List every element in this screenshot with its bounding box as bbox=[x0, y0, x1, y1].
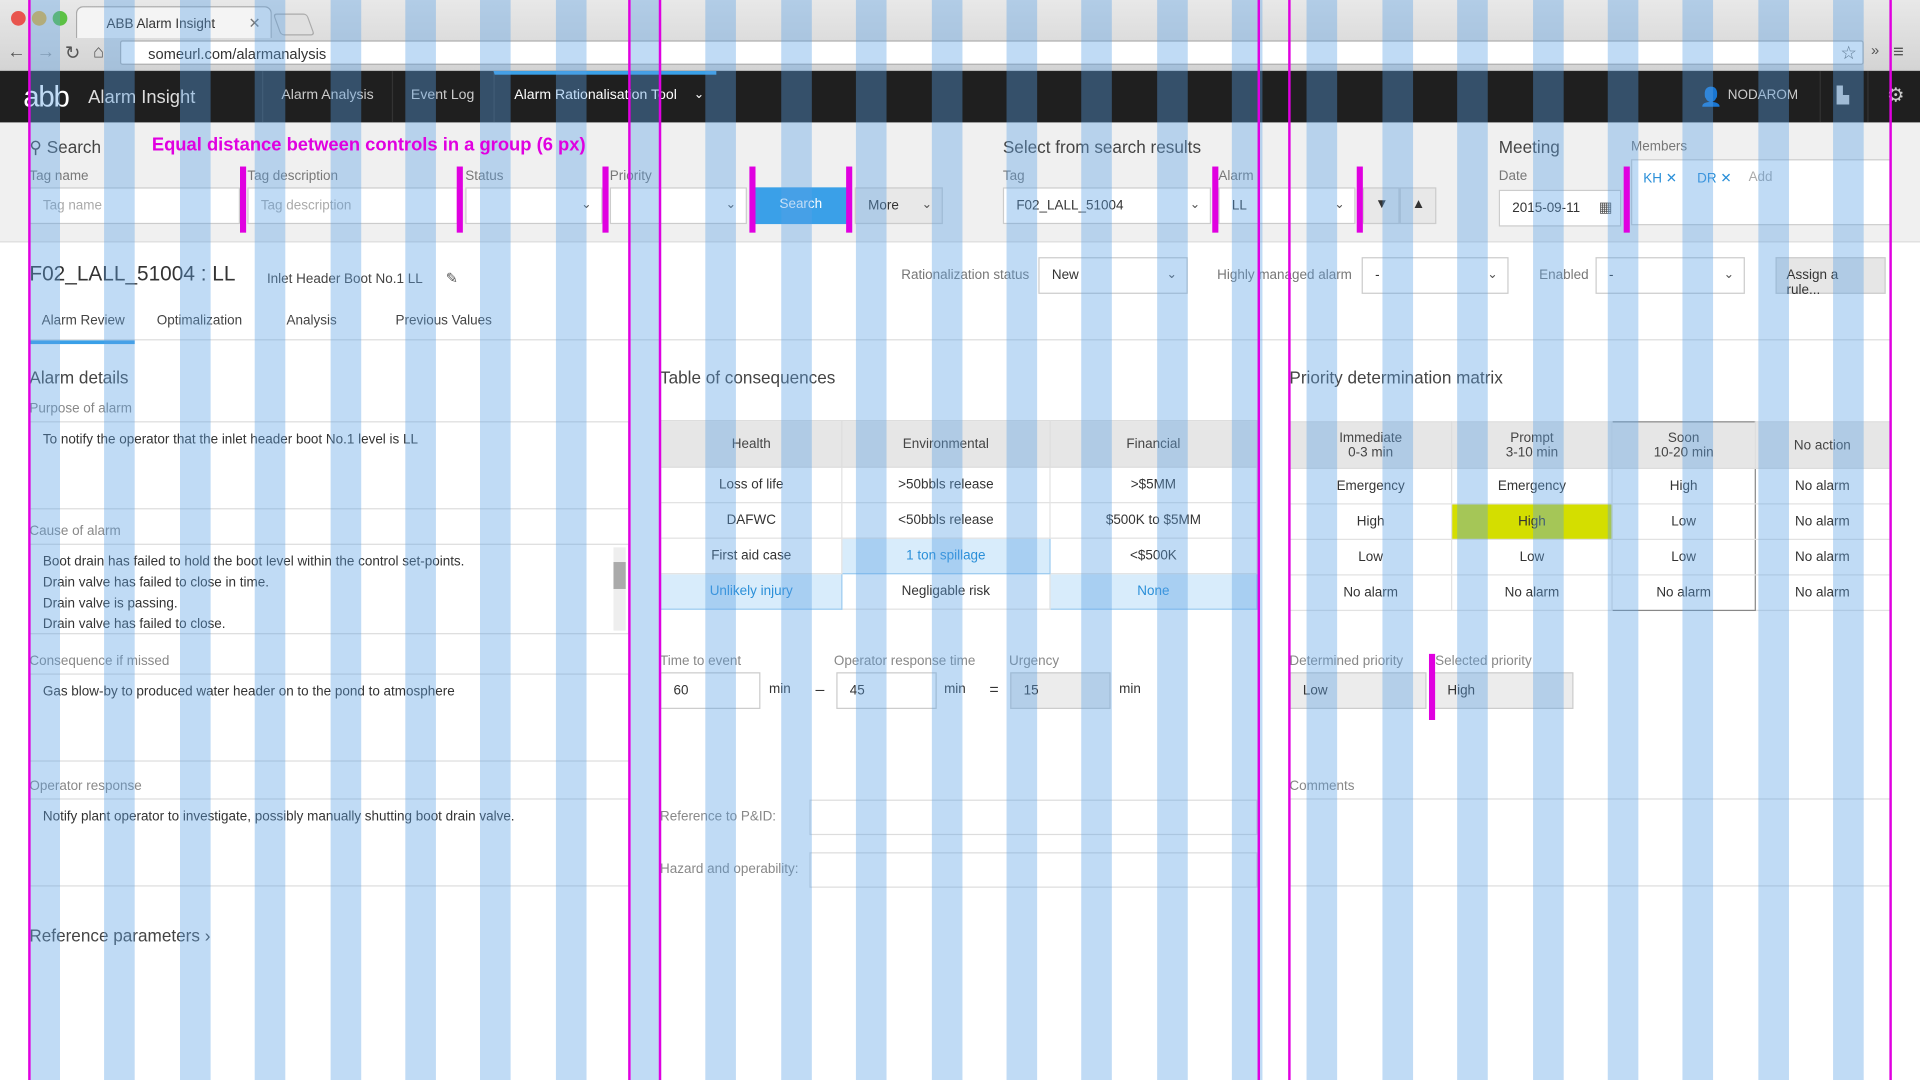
table-header-row: Immediate 0-3 min Prompt 3-10 min Soon 10-2… bbox=[1289, 421, 1891, 469]
spacing-marker bbox=[1428, 653, 1436, 721]
grid-column-band bbox=[29, 0, 61, 1080]
grid-column-band bbox=[1757, 0, 1789, 1080]
spacing-marker bbox=[749, 166, 756, 233]
grid-column-band bbox=[1006, 0, 1037, 1080]
table-cell[interactable]: First aid case bbox=[659, 537, 843, 575]
gutter-guide-line bbox=[28, 0, 31, 1080]
grid-column-band bbox=[1833, 0, 1864, 1080]
grid-column-band bbox=[1607, 0, 1639, 1080]
select-results-group: Select from search results Tag Alarm bbox=[1003, 122, 1444, 242]
equals-sign: = bbox=[989, 679, 999, 698]
gutter-guide-line bbox=[1889, 0, 1892, 1080]
remove-member-icon[interactable]: ✕ bbox=[1720, 171, 1731, 186]
date-label: Date bbox=[1498, 168, 1528, 184]
annotation-text: Equal distance between controls in a gro… bbox=[151, 134, 586, 156]
grid-column-band bbox=[1156, 0, 1188, 1080]
table-row: Emergency Emergency High No alarm bbox=[1289, 467, 1891, 505]
spacing-marker bbox=[240, 166, 247, 233]
home-icon[interactable]: ⌂ bbox=[93, 42, 104, 63]
grid-column-band bbox=[1382, 0, 1413, 1080]
grid-column-band bbox=[1457, 0, 1488, 1080]
grid-column-band bbox=[405, 0, 436, 1080]
grid-column-band bbox=[931, 0, 962, 1080]
menu-icon[interactable]: ≡ bbox=[1893, 42, 1904, 63]
table-cell[interactable]: DAFWC bbox=[659, 502, 843, 539]
reload-icon[interactable]: ↻ bbox=[65, 42, 80, 64]
scrollbar-thumb[interactable] bbox=[613, 562, 626, 589]
back-arrow-icon[interactable]: ← bbox=[7, 42, 25, 63]
grid-column-band bbox=[780, 0, 812, 1080]
grid-column-band bbox=[330, 0, 361, 1080]
nav-alarm-rationalisation-tool[interactable]: Alarm Rationalisation Tool ⌄ bbox=[493, 71, 717, 123]
gutter-guide-line bbox=[1257, 0, 1261, 1080]
spacing-marker bbox=[456, 166, 463, 233]
spacing-marker bbox=[846, 166, 853, 233]
grid-column-band bbox=[705, 0, 737, 1080]
priority-matrix: Immediate 0-3 min Prompt 3-10 min Soon 10-2… bbox=[1289, 421, 1891, 612]
rationalization-value: New bbox=[1051, 268, 1079, 283]
grid-column-band bbox=[480, 0, 511, 1080]
minus-sign: – bbox=[815, 679, 825, 698]
grid-column-band bbox=[856, 0, 887, 1080]
table-cell-selected[interactable]: Unlikely injury bbox=[659, 573, 843, 610]
chevron-down-icon: ⌄ bbox=[1189, 198, 1201, 212]
remove-member-icon[interactable]: ✕ bbox=[1666, 171, 1677, 186]
close-window-icon[interactable] bbox=[11, 11, 26, 26]
grid-column-band bbox=[1081, 0, 1113, 1080]
member-initials: KH bbox=[1643, 171, 1662, 187]
grid-column-band bbox=[1306, 0, 1338, 1080]
grid-column-band bbox=[630, 0, 662, 1080]
url-text: someurl.com/alarmanalysis bbox=[148, 45, 327, 63]
edit-pencil-icon[interactable]: ✎ bbox=[446, 269, 458, 286]
grid-column-band bbox=[1532, 0, 1564, 1080]
table-cell[interactable]: Loss of life bbox=[659, 466, 843, 504]
unit-label: min bbox=[1119, 682, 1141, 697]
grid-column-band bbox=[1682, 0, 1714, 1080]
gutter-guide-line bbox=[1288, 0, 1291, 1080]
assign-rule-button[interactable]: Assign a rule... bbox=[1775, 257, 1886, 298]
scrollbar[interactable] bbox=[613, 547, 626, 631]
table-row: Low Low Low No alarm bbox=[1289, 538, 1891, 576]
gutter-guide-line bbox=[628, 0, 631, 1080]
members-label: Members bbox=[1631, 139, 1688, 155]
table-row: High High Low No alarm bbox=[1289, 503, 1891, 541]
screenshot-frame: ABB Alarm Insight ✕ ← → ↻ ⌂ someurl.com/… bbox=[0, 0, 1920, 1080]
extensions-chevron-icon[interactable]: » bbox=[1871, 42, 1879, 59]
spacing-marker bbox=[1623, 166, 1630, 233]
grid-column-band bbox=[254, 0, 286, 1080]
grid-column-band bbox=[104, 0, 136, 1080]
spacing-marker bbox=[1212, 166, 1219, 233]
grid-column-band bbox=[555, 0, 587, 1080]
member-chip: KH ✕ bbox=[1638, 167, 1682, 191]
chevron-down-icon: ⌄ bbox=[1487, 268, 1498, 282]
gutter-guide-line bbox=[658, 0, 662, 1080]
spacing-marker bbox=[1356, 166, 1363, 233]
address-bar[interactable]: someurl.com/alarmanalysis ☆ bbox=[120, 40, 1864, 65]
table-row: No alarm No alarm No alarm No alarm bbox=[1289, 574, 1891, 612]
column-header: Health bbox=[659, 420, 843, 468]
chevron-down-icon: ⌄ bbox=[693, 88, 705, 102]
grid-column-band bbox=[179, 0, 211, 1080]
highly-managed-value: - bbox=[1375, 268, 1380, 283]
spacing-marker bbox=[602, 166, 609, 233]
caret-up-icon: ▲ bbox=[1411, 197, 1426, 212]
comments-field[interactable] bbox=[1289, 798, 1891, 887]
chevron-down-icon: ⌄ bbox=[1723, 268, 1734, 282]
